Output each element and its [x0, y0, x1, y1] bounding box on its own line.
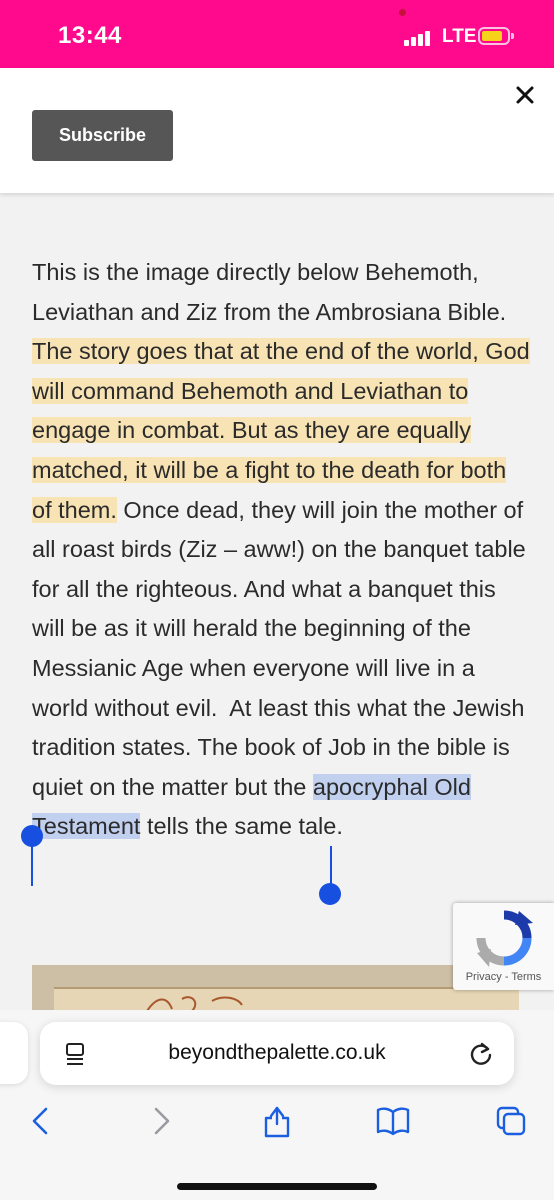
highlighted-text: The story goes that at the end of the wo… [32, 338, 530, 523]
article-body: This is the image directly below Behemot… [32, 253, 532, 847]
recording-indicator [399, 9, 406, 16]
recaptcha-privacy-link[interactable]: Privacy [466, 971, 502, 983]
network-type: LTE [442, 26, 477, 47]
paragraph-text: Once dead, they will join the mother of … [32, 496, 526, 800]
selection-start-knob[interactable] [21, 825, 43, 847]
cellular-signal-icon [404, 30, 436, 46]
recaptcha-badge[interactable]: Privacy - Terms [453, 903, 554, 990]
close-icon[interactable] [512, 82, 538, 108]
browser-toolbar: beyondthepalette.co.uk [0, 1010, 554, 1200]
back-icon[interactable] [24, 1104, 58, 1138]
subscribe-panel: Subscribe [0, 68, 554, 193]
subscribe-button[interactable]: Subscribe [32, 110, 173, 161]
home-indicator [177, 1183, 377, 1190]
forward-icon [154, 1107, 170, 1135]
battery-icon [478, 27, 514, 45]
recaptcha-terms-link[interactable]: Terms [511, 971, 541, 983]
reload-icon[interactable] [468, 1040, 494, 1066]
article-paragraph: This is the image directly below Behemot… [32, 253, 532, 847]
tabs-icon[interactable] [494, 1104, 528, 1138]
paragraph-text: This is the image directly below Behemot… [32, 259, 507, 325]
share-icon[interactable] [260, 1104, 294, 1138]
status-time: 13:44 [58, 22, 122, 49]
url-text[interactable]: beyondthepalette.co.uk [40, 1041, 514, 1065]
recaptcha-icon [476, 910, 533, 967]
paragraph-text: tells the same tale. [140, 813, 343, 840]
recaptcha-separator: - [504, 971, 509, 983]
previous-tab-preview[interactable] [0, 1022, 28, 1084]
address-bar[interactable]: beyondthepalette.co.uk [40, 1022, 514, 1085]
selection-end-knob[interactable] [319, 883, 341, 905]
recaptcha-links: Privacy - Terms [453, 971, 554, 983]
bookmarks-icon[interactable] [376, 1104, 410, 1138]
status-bar: 13:44 LTE [0, 0, 554, 68]
